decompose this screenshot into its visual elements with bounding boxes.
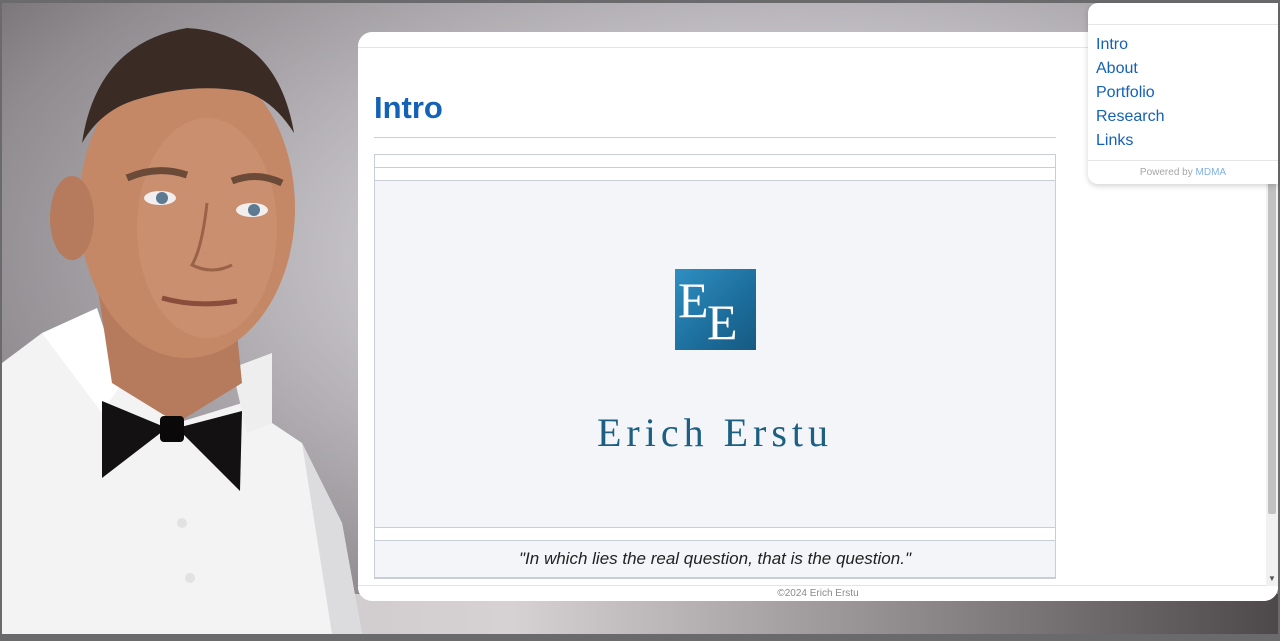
logo-letter-e2: E [707, 294, 738, 350]
nav-menu: Intro About Portfolio Research Links Pow… [1088, 3, 1278, 184]
nav-header [1088, 3, 1278, 25]
brand-name: Erich Erstu [596, 410, 834, 455]
nav-item-intro[interactable]: Intro [1096, 33, 1278, 57]
intro-table: E E Erich Erstu "In which lies the real … [374, 154, 1056, 579]
logo-letter-e1: E [678, 272, 709, 328]
footer-copyright: ©2024 Erich Erstu [358, 585, 1278, 601]
nav-item-links[interactable]: Links [1096, 129, 1278, 153]
nav-list: Intro About Portfolio Research Links [1088, 25, 1278, 153]
title-divider [374, 137, 1056, 138]
content-area[interactable]: Intro E E Erich Erstu "In which lies the… [374, 32, 1056, 585]
powered-by-link[interactable]: MDMA [1196, 167, 1227, 178]
table-row-empty [375, 168, 1055, 181]
nav-item-research[interactable]: Research [1096, 105, 1278, 129]
page-title: Intro [374, 90, 443, 125]
scroll-down-arrow-icon[interactable]: ▼ [1266, 574, 1278, 584]
powered-by: Powered by MDMA [1088, 160, 1278, 184]
table-row-empty [375, 528, 1055, 541]
powered-by-text: Powered by [1139, 167, 1193, 178]
logo-cell: E E Erich Erstu [375, 181, 1055, 528]
nav-item-portfolio[interactable]: Portfolio [1096, 81, 1278, 105]
quote-text: "In which lies the real question, that i… [375, 541, 1055, 578]
nav-item-about[interactable]: About [1096, 57, 1278, 81]
ee-logo: E E [675, 269, 756, 350]
table-row-empty [375, 155, 1055, 168]
